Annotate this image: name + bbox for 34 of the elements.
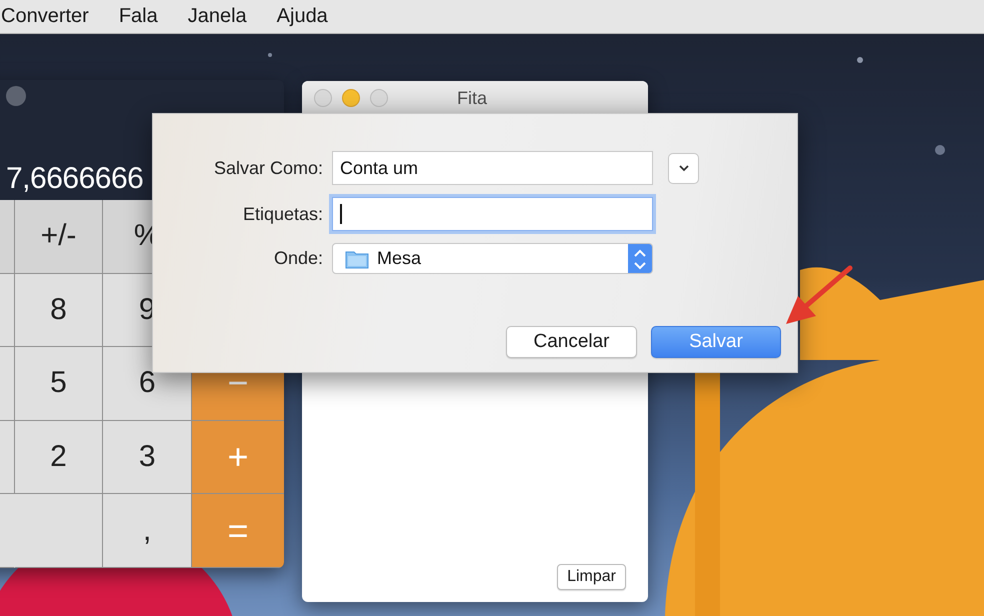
calculator-key[interactable]: 2 <box>14 420 104 494</box>
window-title: Fita <box>457 88 488 108</box>
expand-button[interactable] <box>668 152 699 184</box>
star-dot <box>935 145 945 155</box>
star-dot <box>268 53 272 57</box>
calculator-display: 7,6666666 <box>6 162 144 196</box>
text-cursor <box>340 204 342 224</box>
chevron-down-icon <box>678 164 688 172</box>
folder-icon <box>345 248 369 268</box>
menu-item[interactable]: Janela <box>188 5 247 28</box>
menu-item[interactable]: Ajuda <box>276 5 328 28</box>
text-field[interactable] <box>332 197 653 231</box>
cancel-button[interactable]: Cancelar <box>506 326 637 358</box>
star-dot <box>857 57 863 63</box>
menu-item[interactable]: Fala <box>118 5 158 28</box>
text-field[interactable]: Conta um <box>332 151 653 185</box>
close-icon[interactable] <box>314 89 332 107</box>
calculator-key[interactable] <box>14 494 104 568</box>
calculator-key[interactable]: 5 <box>14 347 104 421</box>
window-button-icon[interactable] <box>6 86 26 106</box>
field-label: Etiquetas: <box>242 204 323 224</box>
calculator-key[interactable]: 8 <box>14 274 104 348</box>
clear-button[interactable]: Limpar <box>557 564 626 590</box>
location-popup[interactable]: Mesa <box>332 243 653 274</box>
zoom-icon[interactable] <box>370 89 388 107</box>
calculator-key[interactable]: +/- <box>14 200 104 274</box>
calculator-key[interactable]: , <box>103 494 192 568</box>
minimize-icon[interactable] <box>342 89 360 107</box>
field-label: Salvar Como: <box>212 158 323 178</box>
field-label: Onde: <box>272 248 323 269</box>
pointer-arrow <box>786 266 852 324</box>
calculator-key[interactable]: 3 <box>103 420 192 494</box>
menu-item[interactable]: Converter <box>1 5 89 28</box>
stepper-icon <box>628 244 652 273</box>
